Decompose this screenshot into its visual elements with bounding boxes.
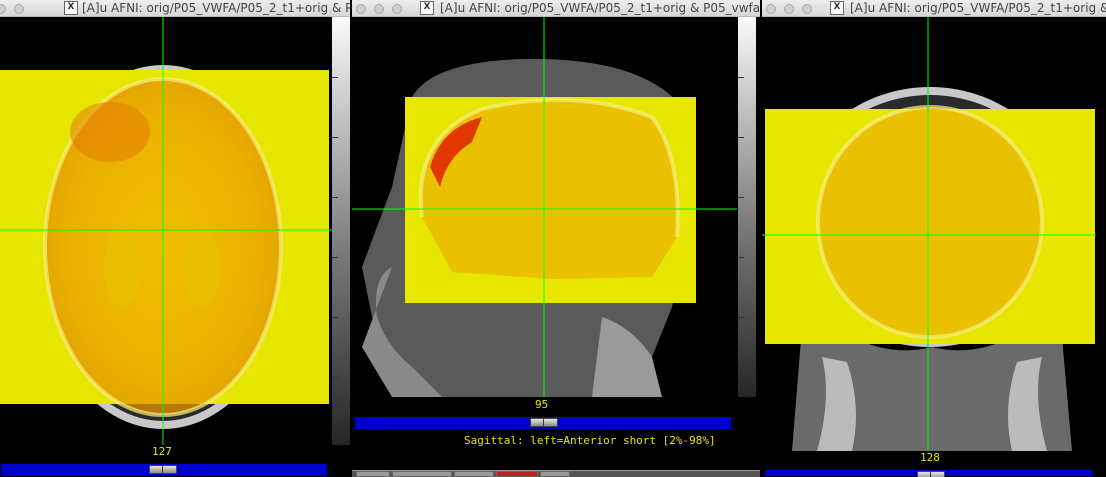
slice-number: 128 <box>920 451 940 464</box>
control-button[interactable] <box>392 471 452 477</box>
axial-brain-image <box>0 17 332 445</box>
window-title: [A]u AFNI: orig/P05_VWFA/P05_2_t1+orig &… <box>440 1 760 15</box>
x11-app-icon: X <box>420 1 434 15</box>
window-titlebar[interactable]: X [A]u AFNI: orig/P05_VWFA/P05_2_t1+orig… <box>762 0 1106 17</box>
slice-slider[interactable] <box>764 469 1094 477</box>
sagittal-brain-image <box>352 17 737 397</box>
control-button[interactable] <box>356 471 390 477</box>
slice-number: 127 <box>152 445 172 458</box>
traffic-light-minimize-icon[interactable] <box>373 4 384 14</box>
window-title: [A]u AFNI: orig/P05_VWFA/P05_2_t1+orig &… <box>850 1 1106 15</box>
traffic-light-minimize-icon[interactable] <box>0 4 6 14</box>
window-titlebar[interactable]: X [A]u AFNI: orig/P05_VWFA/P05_2_t1+orig… <box>0 0 350 17</box>
traffic-light-close-icon[interactable] <box>356 4 366 14</box>
window-title: [A]u AFNI: orig/P05_VWFA/P05_2_t1+orig &… <box>82 1 350 15</box>
axial-frontal-hot <box>70 102 150 162</box>
afni-sagittal-window: X [A]u AFNI: orig/P05_VWFA/P05_2_t1+orig… <box>352 0 760 477</box>
axial-ventricle-right <box>184 227 220 307</box>
window-titlebar[interactable]: X [A]u AFNI: orig/P05_VWFA/P05_2_t1+orig… <box>352 0 760 17</box>
window-traffic-lights <box>0 3 28 16</box>
slider-thumb[interactable] <box>917 471 945 477</box>
slider-thumb[interactable] <box>149 465 177 474</box>
view-info-text: Sagittal: left=Anterior short [2%-98%] <box>464 434 716 447</box>
window-traffic-lights <box>356 3 406 16</box>
slice-slider[interactable] <box>354 416 732 430</box>
control-button[interactable] <box>540 471 570 477</box>
traffic-light-zoom-icon[interactable] <box>391 4 402 14</box>
slice-slider[interactable] <box>0 463 328 477</box>
sagittal-image-view[interactable] <box>352 17 737 397</box>
x11-app-icon: X <box>830 1 844 15</box>
x11-app-icon: X <box>64 1 78 15</box>
axial-ventricle-left <box>104 227 140 307</box>
color-scale-bar <box>738 17 756 397</box>
coronal-brain-image <box>762 17 1096 451</box>
button-row <box>352 470 760 477</box>
slice-number: 95 <box>535 398 549 411</box>
afni-axial-window: X [A]u AFNI: orig/P05_VWFA/P05_2_t1+orig… <box>0 0 350 477</box>
traffic-light-zoom-icon[interactable] <box>13 4 24 14</box>
color-scale-bar <box>332 17 350 445</box>
window-traffic-lights <box>766 3 816 16</box>
traffic-light-minimize-icon[interactable] <box>783 4 794 14</box>
afni-coronal-window: X [A]u AFNI: orig/P05_VWFA/P05_2_t1+orig… <box>762 0 1106 477</box>
coronal-image-view[interactable] <box>762 17 1096 451</box>
record-button[interactable] <box>496 471 538 477</box>
traffic-light-zoom-icon[interactable] <box>801 4 812 14</box>
axial-image-view[interactable] <box>0 17 332 445</box>
control-button[interactable] <box>454 471 494 477</box>
traffic-light-close-icon[interactable] <box>766 4 776 14</box>
slider-thumb[interactable] <box>530 418 558 427</box>
